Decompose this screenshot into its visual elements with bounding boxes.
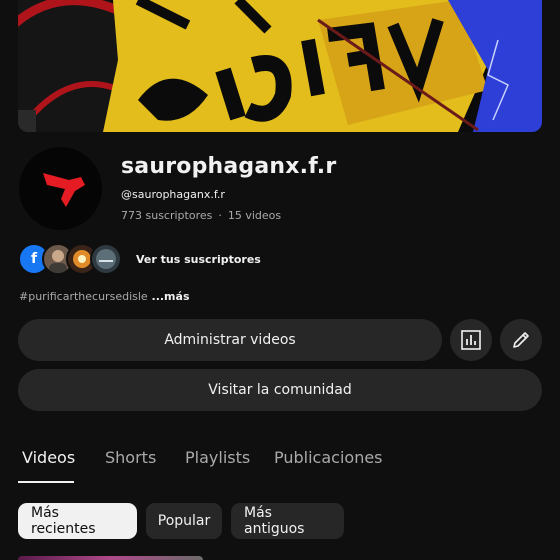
subscriber-avatar — [90, 243, 122, 275]
channel-description[interactable]: #purificarthecursedisle ...más — [19, 290, 190, 303]
visit-community-button[interactable]: Visitar la comunidad — [18, 369, 542, 411]
channel-banner[interactable] — [18, 0, 542, 132]
filter-recent-chip[interactable]: Más recientes — [18, 503, 137, 539]
tab-publicaciones[interactable]: Publicaciones — [274, 448, 383, 467]
stats-separator: · — [218, 209, 222, 222]
channel-name: saurophaganx.f.r — [121, 154, 337, 179]
channel-avatar[interactable] — [19, 147, 102, 230]
channel-logo-icon — [43, 173, 85, 207]
tab-playlists[interactable]: Playlists — [185, 448, 250, 467]
channel-stats: 773 suscriptores · 15 videos — [121, 209, 281, 222]
filter-popular-chip[interactable]: Popular — [146, 503, 222, 539]
active-tab-indicator — [18, 481, 74, 483]
manage-videos-button[interactable]: Administrar videos — [18, 319, 442, 361]
video-count: 15 videos — [227, 209, 282, 222]
description-text: #purificarthecursedisle — [19, 290, 148, 303]
tab-videos[interactable]: Videos — [22, 448, 75, 467]
edit-channel-button[interactable] — [500, 319, 542, 361]
view-subscribers-row[interactable]: f Ver tus suscriptores — [18, 243, 261, 275]
pencil-icon — [513, 332, 529, 348]
facebook-letter: f — [30, 251, 38, 267]
more-link[interactable]: ...más — [148, 290, 190, 303]
subscriber-count: 773 suscriptores — [121, 209, 213, 222]
analytics-button[interactable] — [450, 319, 492, 361]
banner-artwork — [18, 0, 542, 132]
analytics-icon — [461, 330, 481, 350]
tab-shorts[interactable]: Shorts — [105, 448, 156, 467]
filter-oldest-chip[interactable]: Más antiguos — [231, 503, 344, 539]
channel-handle: @saurophaganx.f.r — [121, 188, 225, 201]
channel-tabs: Videos Shorts Playlists Publicaciones — [0, 440, 560, 484]
video-thumbnail[interactable] — [18, 556, 203, 560]
view-subscribers-link[interactable]: Ver tus suscriptores — [136, 253, 261, 266]
